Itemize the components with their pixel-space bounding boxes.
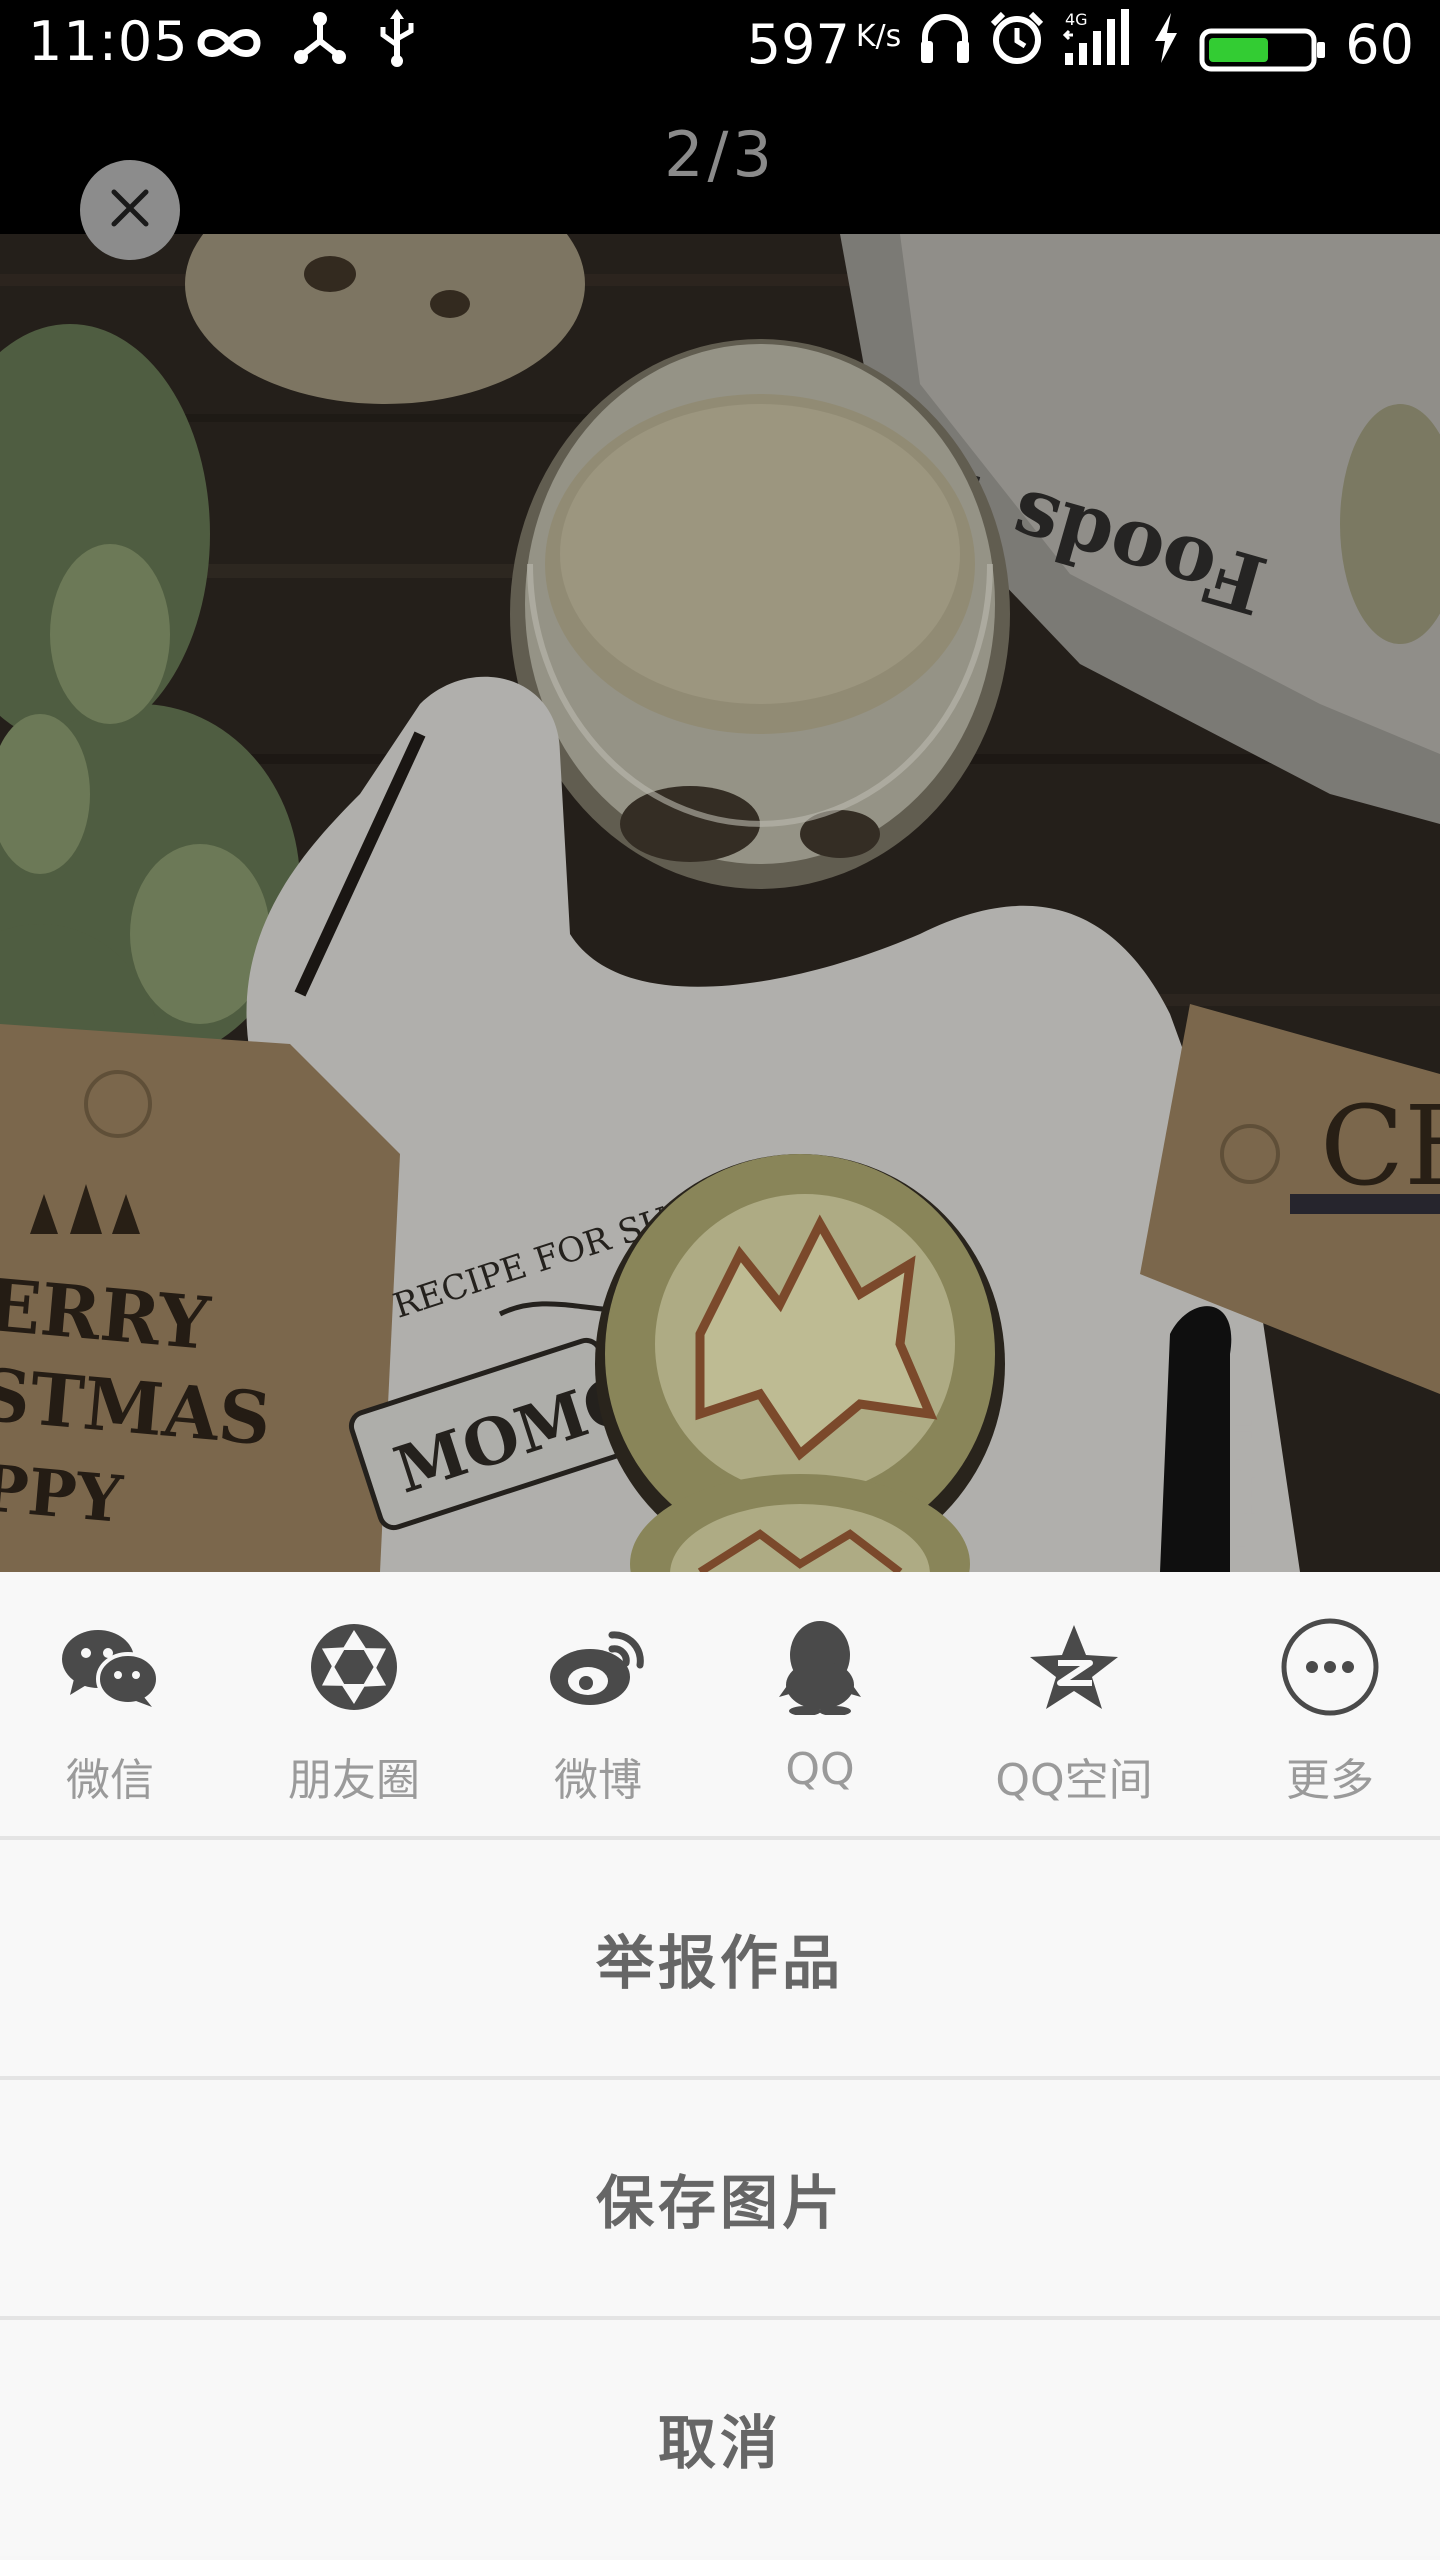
save-image-button[interactable]: 保存图片 [0,2080,1440,2316]
share-wechat-label: 微信 [66,1755,154,1806]
network-speed-value: 597 [746,12,850,76]
share-moments-label: 朋友圈 [288,1755,420,1806]
network-speed-unit: K/s [855,18,902,54]
share-sheet: 微信 朋友圈 微博 QQ QQ空间 更多 举报作品 保存图片 取消 [0,1572,1440,2560]
qq-icon [765,1612,875,1722]
share-wechat-button[interactable]: 微信 [10,1612,210,1812]
headphones-icon [919,11,971,78]
share-more-button[interactable]: 更多 [1230,1612,1430,1812]
battery-icon [1199,22,1327,72]
share-nodes-icon [293,11,347,78]
status-left-icons [195,8,417,80]
status-bar: 11:05 597 K/s 4G 60 [0,0,1440,88]
battery-level: 60 [1345,12,1414,76]
share-moments-button[interactable]: 朋友圈 [254,1612,454,1812]
network-speed: 597 K/s [747,13,902,76]
signal-icon: 4G [1063,8,1133,80]
viewer-header: 2/3 [0,88,1440,260]
status-right: 597 K/s 4G 60 [747,8,1414,80]
page-counter: 2/3 [664,118,776,191]
moments-icon [299,1612,409,1722]
qzone-icon [1019,1612,1129,1722]
cancel-button[interactable]: 取消 [0,2320,1440,2556]
status-time: 11:05 [28,10,189,73]
food-photo: Foods Time ERRY STMAS PPY RECIPE FOR SUC… [0,234,1440,1572]
infinity-icon [195,13,263,76]
photo-viewer-image[interactable]: Foods Time ERRY STMAS PPY RECIPE FOR SUC… [0,234,1440,1572]
share-qq-button[interactable]: QQ [720,1612,920,1812]
wechat-icon [55,1612,165,1722]
report-work-button[interactable]: 举报作品 [0,1840,1440,2076]
usb-icon [377,8,417,80]
alarm-icon [989,10,1045,79]
share-weibo-label: 微博 [554,1755,642,1806]
charging-icon [1151,12,1181,76]
network-type-label: 4G [1065,10,1088,29]
share-qzone-label: QQ空间 [995,1755,1153,1806]
close-button[interactable] [80,160,180,260]
share-targets-row: 微信 朋友圈 微博 QQ QQ空间 更多 [0,1572,1440,1836]
more-icon [1275,1612,1385,1722]
share-weibo-button[interactable]: 微博 [498,1612,698,1812]
share-qzone-button[interactable]: QQ空间 [974,1612,1174,1812]
close-icon [110,188,150,232]
share-qq-label: QQ [785,1744,855,1795]
share-more-label: 更多 [1286,1755,1374,1806]
weibo-icon [543,1612,653,1722]
